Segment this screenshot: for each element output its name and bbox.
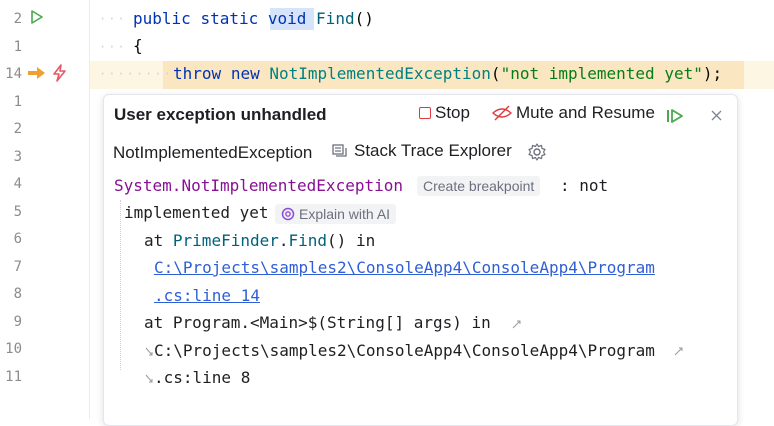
code-punctuation: ); bbox=[702, 64, 723, 83]
exception-popup: User exception unhandled Stop Mute and R… bbox=[103, 94, 738, 426]
exception-namespace: System. bbox=[114, 176, 182, 195]
stack-frame-2: at Program.<Main>$(String[] args) in bbox=[144, 313, 491, 332]
line-number: 3 bbox=[13, 149, 22, 165]
frame-dot: . bbox=[278, 231, 289, 250]
code-line[interactable]: public static void Find() bbox=[133, 9, 374, 29]
code-line[interactable]: { bbox=[133, 36, 143, 56]
line-number: 7 bbox=[13, 259, 22, 275]
stop-label: Stop bbox=[435, 103, 470, 122]
code-line-current[interactable]: throw new NotImplementedException("not i… bbox=[173, 64, 722, 84]
mute-and-resume-button[interactable]: Mute and Resume bbox=[492, 103, 655, 123]
explain-with-ai-label: Explain with AI bbox=[299, 206, 391, 222]
soft-wrap-icon bbox=[512, 320, 521, 329]
keyword: new bbox=[230, 64, 260, 83]
indent-guide-dots: ··· bbox=[99, 40, 127, 54]
line-number: 6 bbox=[13, 231, 22, 247]
source-line-text[interactable]: .cs:line 8 bbox=[154, 368, 250, 388]
mute-label: Mute and Resume bbox=[516, 103, 655, 122]
method-name: Find bbox=[316, 9, 355, 28]
soft-wrap-icon bbox=[145, 347, 153, 356]
explain-with-ai-chip[interactable]: Explain with AI bbox=[275, 204, 397, 224]
keyword: public bbox=[133, 9, 191, 28]
exception-class-link[interactable]: NotImplementedException bbox=[181, 176, 403, 195]
exception-name-line: System.NotImplementedException bbox=[114, 176, 403, 196]
run-gutter-icon[interactable] bbox=[31, 10, 43, 24]
at-keyword: at bbox=[144, 231, 173, 250]
line-number: 8 bbox=[13, 286, 22, 302]
ai-sparkle-icon bbox=[281, 207, 295, 221]
code-punctuation: () bbox=[354, 9, 374, 28]
code-brace: { bbox=[133, 36, 143, 55]
code-punctuation: ( bbox=[490, 64, 501, 83]
exception-bolt-icon[interactable] bbox=[52, 64, 68, 82]
line-number: 10 bbox=[5, 341, 22, 357]
execution-point-arrow-icon bbox=[28, 67, 45, 79]
stop-icon bbox=[419, 107, 431, 119]
soft-wrap-icon bbox=[145, 374, 153, 383]
exception-type-label: NotImplementedException bbox=[113, 143, 313, 162]
class-name: NotImplementedException bbox=[269, 64, 491, 83]
line-number: 14 bbox=[5, 66, 22, 82]
frame-method-link[interactable]: Find bbox=[289, 231, 328, 250]
line-number: 11 bbox=[5, 369, 22, 385]
keyword: void bbox=[267, 9, 307, 28]
keyword: throw bbox=[173, 64, 222, 83]
resume-icon[interactable] bbox=[666, 108, 684, 124]
string-literal: "not implemented yet" bbox=[500, 64, 703, 83]
settings-gear-icon[interactable] bbox=[528, 143, 546, 161]
line-number: 2 bbox=[13, 11, 22, 27]
indent-guide-dots: ··· bbox=[99, 12, 127, 26]
line-number: 4 bbox=[13, 176, 22, 192]
indent-guide bbox=[120, 200, 121, 370]
create-breakpoint-chip[interactable]: Create breakpoint bbox=[417, 176, 541, 196]
exception-message: : not bbox=[560, 176, 609, 195]
line-number: 2 bbox=[13, 121, 22, 137]
close-icon[interactable] bbox=[711, 110, 722, 121]
line-number: 9 bbox=[13, 314, 22, 330]
soft-wrap-icon bbox=[674, 347, 683, 356]
indent-guide-dots: ········ bbox=[99, 67, 173, 81]
stack-trace-explorer-button[interactable]: Stack Trace Explorer bbox=[332, 141, 512, 161]
line-number: 1 bbox=[13, 94, 22, 110]
popup-title: User exception unhandled bbox=[114, 105, 327, 124]
line-number: 1 bbox=[13, 39, 22, 55]
stack-frame-1: at PrimeFinder.Find() in bbox=[144, 231, 375, 251]
source-path-link[interactable]: C:\Projects\samples2\ConsoleApp4\Console… bbox=[154, 258, 655, 278]
frame-class-link[interactable]: PrimeFinder bbox=[173, 231, 279, 250]
frame-in: () in bbox=[327, 231, 376, 250]
source-line-link[interactable]: .cs:line 14 bbox=[154, 286, 260, 306]
keyword: static bbox=[200, 9, 259, 28]
stack-trace-icon bbox=[332, 144, 347, 157]
stop-button[interactable]: Stop bbox=[419, 103, 470, 123]
exception-message-cont: implemented yet bbox=[124, 203, 269, 222]
mute-icon bbox=[492, 105, 512, 121]
stack-trace-explorer-label: Stack Trace Explorer bbox=[354, 141, 512, 160]
line-number: 5 bbox=[13, 204, 22, 220]
source-path-text[interactable]: C:\Projects\samples2\ConsoleApp4\Console… bbox=[154, 341, 655, 361]
